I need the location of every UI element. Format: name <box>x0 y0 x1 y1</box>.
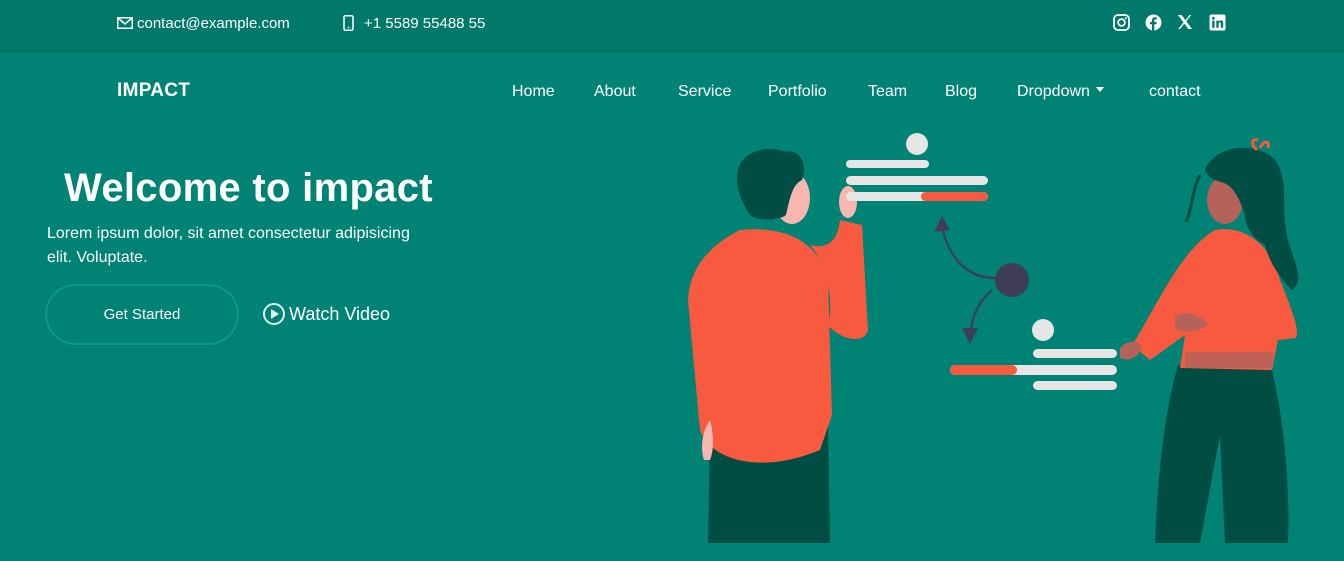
hero-title: Welcome to impact <box>64 166 433 210</box>
nav-contact[interactable]: contact <box>1149 83 1201 101</box>
phone-text: +1 5589 55488 55 <box>364 14 486 32</box>
watch-video-label: Watch Video <box>289 303 391 324</box>
envelope-icon <box>116 15 133 32</box>
connector-arrows <box>940 224 1001 336</box>
topbar-phone[interactable]: +1 5589 55488 55 <box>340 0 485 46</box>
nav-dropdown-label: Dropdown <box>1017 83 1090 100</box>
nav-team[interactable]: Team <box>868 83 907 101</box>
nav-portfolio[interactable]: Portfolio <box>768 83 827 101</box>
instagram-icon[interactable] <box>1112 13 1130 31</box>
hero-illustration <box>688 133 1299 543</box>
email-text: contact@example.com <box>137 14 290 32</box>
phone-icon <box>340 15 357 32</box>
play-circle-icon <box>263 303 285 325</box>
caret-down-icon <box>1095 87 1104 93</box>
facebook-icon[interactable] <box>1144 13 1162 31</box>
main-nav: Home About Service Portfolio Team Blog D… <box>0 80 1344 106</box>
topbar: contact@example.com +1 5589 55488 55 <box>0 0 1344 52</box>
info-card-top <box>846 133 988 201</box>
nav-home[interactable]: Home <box>512 83 555 101</box>
nav-blog[interactable]: Blog <box>945 83 977 101</box>
nav-service[interactable]: Service <box>678 83 731 101</box>
hero-text: Lorem ipsum dolor, sit amet consectetur … <box>47 225 410 266</box>
topbar-email[interactable]: contact@example.com <box>116 0 290 46</box>
social-links <box>1112 13 1226 31</box>
x-icon[interactable] <box>1176 13 1194 31</box>
woman-figure <box>1120 138 1299 543</box>
get-started-button[interactable]: Get Started <box>45 284 239 345</box>
linkedin-icon[interactable] <box>1208 13 1226 31</box>
watch-video-button[interactable]: Watch Video <box>263 303 390 325</box>
nav-dropdown[interactable]: Dropdown <box>1017 83 1104 101</box>
man-figure <box>688 149 868 543</box>
nav-about[interactable]: About <box>594 83 636 101</box>
